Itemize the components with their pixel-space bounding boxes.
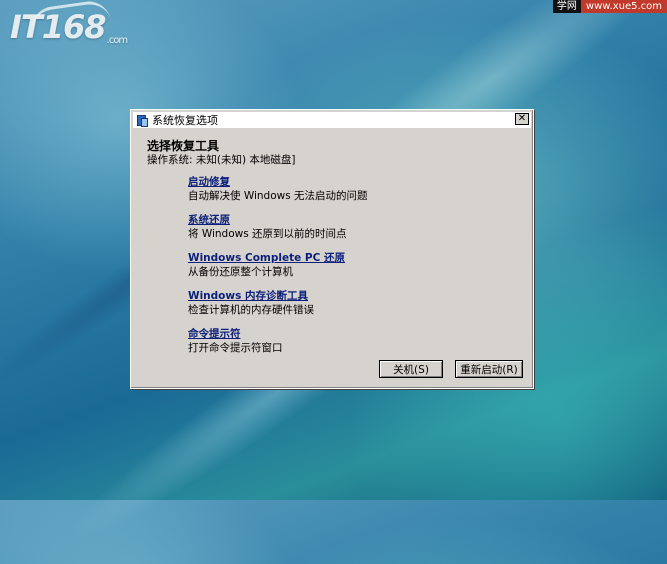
system-recovery-dialog: 系统恢复选项 ✕ 选择恢复工具 操作系统: 未知(未知) 本地磁盘] 启动修复 … xyxy=(130,109,534,389)
system-restore-description: 将 Windows 还原到以前的时间点 xyxy=(188,228,347,240)
memory-diagnostic-link[interactable]: Windows 内存诊断工具 xyxy=(188,289,308,303)
recovery-tools-list: 启动修复 自动解决使 Windows 无法启动的问题 系统还原 将 Window… xyxy=(188,170,508,360)
command-prompt-link[interactable]: 命令提示符 xyxy=(188,327,241,341)
restart-button[interactable]: 重新启动(R) xyxy=(455,360,523,378)
operating-system-info: 操作系统: 未知(未知) 本地磁盘] xyxy=(147,154,296,166)
complete-pc-restore-description: 从备份还原整个计算机 xyxy=(188,266,293,278)
close-button[interactable]: ✕ xyxy=(515,113,529,125)
system-restore-link[interactable]: 系统还原 xyxy=(188,213,230,227)
tool-startup-repair: 启动修复 自动解决使 Windows 无法启动的问题 xyxy=(188,170,508,208)
system-recovery-icon xyxy=(136,114,148,127)
shutdown-button[interactable]: 关机(S) xyxy=(379,360,443,378)
site-logo: IT168.com xyxy=(10,8,129,46)
logo-suffix: .com xyxy=(106,35,129,46)
dialog-title: 系统恢复选项 xyxy=(152,114,218,127)
tool-system-restore: 系统还原 将 Windows 还原到以前的时间点 xyxy=(188,208,508,246)
tool-command-prompt: 命令提示符 打开命令提示符窗口 xyxy=(188,322,508,360)
memory-diagnostic-description: 检查计算机的内存硬件错误 xyxy=(188,304,314,316)
tool-complete-pc-restore: Windows Complete PC 还原 从备份还原整个计算机 xyxy=(188,246,508,284)
startup-repair-description: 自动解决使 Windows 无法启动的问题 xyxy=(188,190,368,202)
watermark: 学网 www.xue5.com xyxy=(552,0,667,13)
command-prompt-description: 打开命令提示符窗口 xyxy=(188,342,283,354)
watermark-url: www.xue5.com xyxy=(580,0,667,13)
complete-pc-restore-link[interactable]: Windows Complete PC 还原 xyxy=(188,251,345,265)
startup-repair-link[interactable]: 启动修复 xyxy=(188,175,230,189)
tool-memory-diagnostic: Windows 内存诊断工具 检查计算机的内存硬件错误 xyxy=(188,284,508,322)
logo-text: IT168 xyxy=(10,8,107,46)
watermark-label: 学网 xyxy=(552,0,581,13)
dialog-titlebar[interactable]: 系统恢复选项 ✕ xyxy=(133,112,531,128)
